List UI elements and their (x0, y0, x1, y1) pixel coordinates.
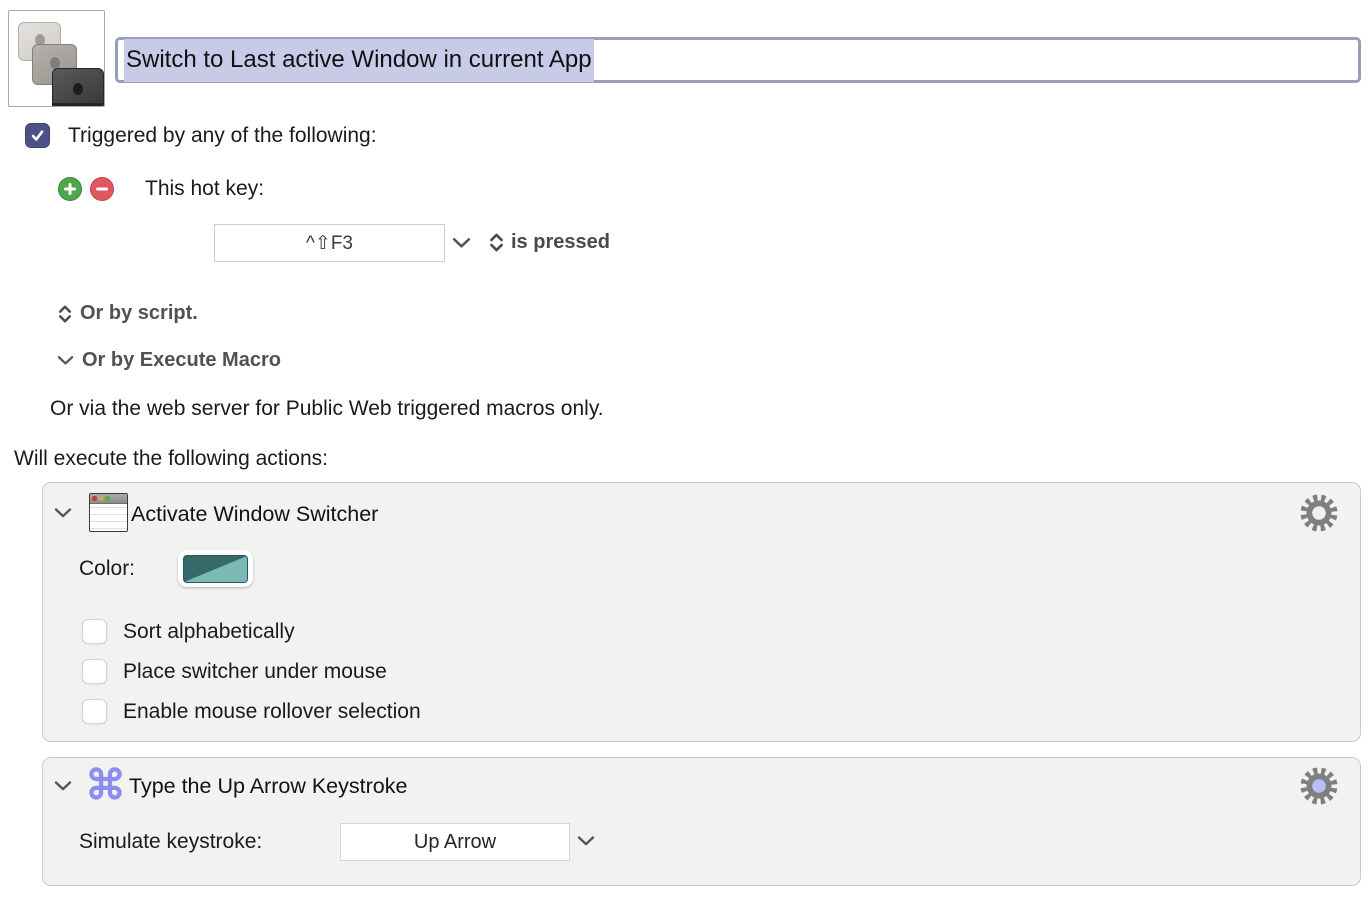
gear-icon (1299, 493, 1339, 533)
hotkey-input[interactable]: ^⇧F3 (214, 224, 445, 262)
triggered-by-checkbox[interactable] (25, 123, 50, 148)
or-by-execute-macro-disclosure[interactable]: Or by Execute Macro (57, 349, 281, 372)
enable-mouse-rollover-label: Enable mouse rollover selection (123, 700, 421, 724)
actions-header: Will execute the following actions: (14, 447, 328, 471)
or-by-script-label: Or by script. (80, 302, 198, 325)
window-dot-red (92, 496, 97, 501)
or-by-script-popup[interactable]: Or by script. (58, 302, 198, 325)
hotkey-value: ^⇧F3 (306, 232, 353, 255)
collapse-chevron-icon[interactable] (54, 780, 72, 792)
sort-alphabetically-label: Sort alphabetically (123, 620, 295, 644)
color-well-button[interactable] (178, 550, 253, 587)
macro-icon (8, 10, 105, 107)
triggered-by-label: Triggered by any of the following: (68, 124, 377, 148)
gear-icon (1299, 766, 1339, 806)
action-gear-button[interactable] (1299, 766, 1339, 806)
keycap-dark-icon (52, 68, 104, 107)
macro-title-input[interactable]: Switch to Last active Window in current … (115, 37, 1361, 83)
updown-chevrons-icon (489, 233, 504, 252)
action-type-up-arrow-keystroke: ⌘ Type the Up Arrow Keystroke Simulate k… (42, 757, 1361, 886)
minus-icon (96, 183, 108, 195)
window-dot-green (105, 496, 110, 501)
action-title: Activate Window Switcher (131, 502, 378, 527)
chevron-down-icon (57, 355, 74, 366)
keyboard-maestro-macro-editor: Switch to Last active Window in current … (0, 0, 1368, 902)
hotkey-condition-label: is pressed (511, 231, 610, 254)
color-label: Color: (79, 557, 135, 581)
enable-mouse-rollover-checkbox[interactable] (82, 699, 107, 724)
color-swatch (183, 555, 248, 583)
hotkey-trigger-label: This hot key: (145, 177, 264, 201)
collapse-chevron-icon[interactable] (54, 507, 72, 519)
command-key-icon: ⌘ (85, 765, 126, 806)
window-switcher-icon (89, 493, 128, 532)
hotkey-chevron-down-icon[interactable] (452, 237, 471, 249)
checkmark-icon (30, 128, 45, 143)
or-by-execute-macro-label: Or by Execute Macro (82, 349, 281, 372)
sort-alphabetically-checkbox[interactable] (82, 619, 107, 644)
window-dot-yellow (99, 496, 104, 501)
updown-chevrons-icon (58, 305, 72, 323)
action-gear-button[interactable] (1299, 493, 1339, 533)
keystroke-chevron-down-icon[interactable] (577, 835, 595, 847)
place-switcher-under-mouse-label: Place switcher under mouse (123, 660, 387, 684)
remove-trigger-button[interactable] (90, 177, 114, 201)
keystroke-value: Up Arrow (414, 831, 496, 854)
add-trigger-button[interactable] (58, 177, 82, 201)
hotkey-condition-popup[interactable]: is pressed (489, 231, 610, 254)
macro-title-selected-text: Switch to Last active Window in current … (124, 39, 594, 82)
simulate-keystroke-label: Simulate keystroke: (79, 830, 262, 854)
action-title: Type the Up Arrow Keystroke (129, 774, 407, 799)
action-activate-window-switcher: Activate Window Switcher Color: Sort alp… (42, 482, 1361, 742)
web-server-note: Or via the web server for Public Web tri… (50, 397, 604, 421)
keystroke-input[interactable]: Up Arrow (340, 823, 570, 861)
place-switcher-under-mouse-checkbox[interactable] (82, 659, 107, 684)
plus-icon (64, 183, 76, 195)
